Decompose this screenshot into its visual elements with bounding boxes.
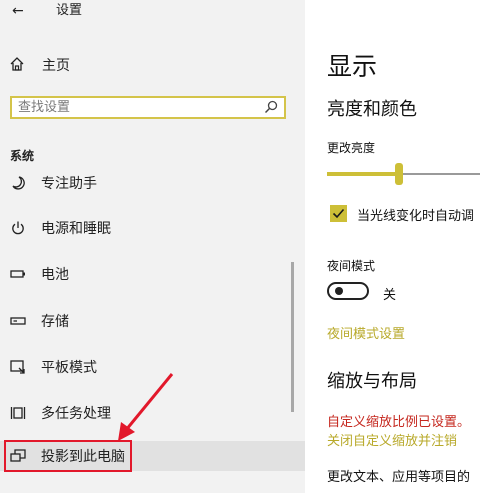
sidebar-item-storage[interactable]: 存储 [0, 306, 305, 336]
brightness-slider-fill [327, 172, 399, 176]
multitasking-icon [10, 407, 26, 419]
home-nav-item[interactable]: 主页 [0, 52, 305, 78]
search-icon[interactable] [264, 100, 278, 114]
sidebar-item-label: 平板模式 [41, 360, 97, 376]
sidebar-item-focus-assist[interactable]: 专注助手 [0, 168, 305, 198]
night-mode-settings-link[interactable]: 夜间模式设置 [327, 323, 405, 342]
section-label-system: 系统 [10, 149, 35, 163]
search-input[interactable] [18, 99, 248, 116]
power-icon [12, 221, 24, 235]
custom-scale-warning: 自定义缩放比例已设置。 [327, 415, 471, 430]
brightness-slider-thumb[interactable] [395, 163, 403, 185]
brightness-section-heading: 亮度和颜色 [327, 99, 417, 120]
home-icon [10, 57, 24, 71]
annotation-arrow-icon [118, 373, 174, 441]
change-text-size-label: 更改文本、应用等项目的 [327, 470, 471, 485]
disable-custom-scale-link[interactable]: 关闭自定义缩放并注销 [327, 430, 457, 449]
page-title: 显示 [327, 52, 378, 81]
tablet-mode-icon [10, 360, 25, 374]
scale-layout-heading: 缩放与布局 [327, 371, 417, 392]
sidebar-item-power-sleep[interactable]: 电源和睡眠 [0, 213, 305, 243]
sidebar-item-label: 电池 [41, 267, 69, 283]
night-mode-label: 夜间模式 [327, 259, 376, 273]
storage-icon [10, 317, 26, 325]
sidebar-item-label: 多任务处理 [41, 406, 111, 422]
checkmark-icon [332, 208, 345, 219]
moon-icon [12, 176, 25, 190]
window-title: 设置 [56, 3, 83, 18]
sidebar-item-label: 存储 [41, 314, 69, 330]
home-label: 主页 [42, 58, 70, 74]
auto-brightness-label: 当光线变化时自动调 [357, 209, 475, 224]
main-panel: 显示 亮度和颜色 更改亮度 当光线变化时自动调 夜间模式 关 夜间模式设置 缩放… [305, 0, 480, 493]
search-box[interactable] [10, 96, 286, 119]
toggle-knob [335, 287, 343, 295]
auto-brightness-checkbox[interactable] [330, 205, 347, 222]
title-bar: ← 设置 [0, 0, 305, 28]
battery-icon [10, 270, 25, 278]
sidebar-item-label: 专注助手 [41, 176, 97, 192]
brightness-label: 更改亮度 [327, 141, 376, 155]
night-mode-toggle[interactable] [327, 282, 369, 300]
sidebar-item-label: 电源和睡眠 [41, 221, 111, 237]
scrollbar[interactable] [291, 262, 294, 412]
night-mode-state: 关 [383, 288, 397, 303]
sidebar-item-battery[interactable]: 电池 [0, 259, 305, 289]
back-arrow-icon[interactable]: ← [12, 1, 24, 21]
